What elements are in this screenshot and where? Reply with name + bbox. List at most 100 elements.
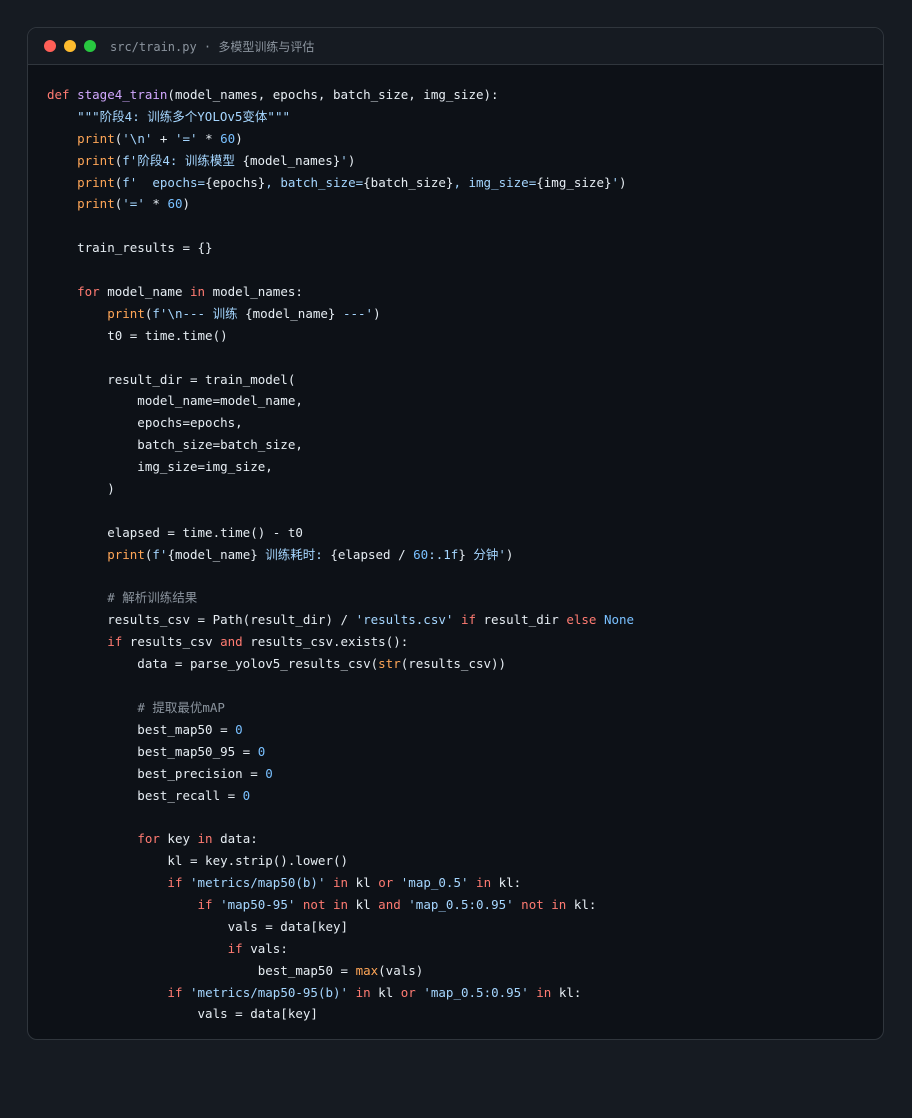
code-token: {img_size} bbox=[536, 174, 612, 190]
code-token: f' bbox=[152, 546, 168, 562]
code-line: data = parse_yolov5_results_csv(str(resu… bbox=[47, 653, 867, 675]
code-token: elapsed = time.time() - t0 bbox=[47, 524, 303, 540]
code-line: ) bbox=[47, 478, 867, 500]
code-token: ) bbox=[373, 305, 381, 321]
code-line: train_results = {} bbox=[47, 237, 867, 259]
code-token: data: bbox=[212, 831, 258, 847]
code-line: t0 = time.time() bbox=[47, 325, 867, 347]
code-token: or bbox=[400, 984, 416, 1000]
code-token: in bbox=[190, 284, 206, 300]
code-token: in bbox=[197, 831, 213, 847]
title-bar: src/train.py · 多模型训练与评估 bbox=[28, 28, 883, 65]
code-token: img_size=img_size, bbox=[47, 459, 273, 475]
code-line: for model_name in model_names: bbox=[47, 281, 867, 303]
code-token: kl: bbox=[551, 984, 582, 1000]
code-token: str bbox=[378, 656, 401, 672]
code-token: 0 bbox=[257, 743, 266, 759]
code-token: best_map50 = bbox=[47, 721, 236, 737]
code-token: ) bbox=[505, 546, 514, 562]
code-line: kl = key.strip().lower() bbox=[47, 850, 867, 872]
code-line: print(f'{model_name} 训练耗时: {elapsed / 60… bbox=[47, 544, 867, 566]
code-token: if bbox=[107, 634, 123, 650]
code-token: print bbox=[77, 130, 115, 146]
code-line: model_name=model_name, bbox=[47, 390, 867, 412]
code-token: {model_names} bbox=[242, 152, 341, 168]
code-line: epochs=epochs, bbox=[47, 412, 867, 434]
code-token: for bbox=[77, 284, 100, 300]
code-token: 60 bbox=[220, 130, 236, 146]
code-token: result_dir bbox=[476, 612, 567, 628]
code-token: '=' bbox=[174, 130, 198, 146]
code-token: kl: bbox=[566, 896, 597, 912]
code-block[interactable]: def stage4_train(model_names, epochs, ba… bbox=[47, 84, 867, 1025]
code-token: else bbox=[566, 612, 597, 628]
code-token: None bbox=[603, 612, 635, 628]
code-window: src/train.py · 多模型训练与评估 def stage4_train… bbox=[27, 27, 884, 1040]
code-token: model_name bbox=[99, 284, 190, 300]
close-window-button[interactable] bbox=[44, 40, 56, 52]
code-token: 'map_0.5' bbox=[400, 875, 469, 891]
code-token: epochs=epochs, bbox=[47, 415, 243, 431]
code-token: in bbox=[333, 875, 349, 891]
code-line: # 提取最优mAP bbox=[47, 697, 867, 719]
maximize-window-button[interactable] bbox=[84, 40, 96, 52]
code-line: print(f'\n--- 训练 {model_name} ---') bbox=[47, 303, 867, 325]
code-token: and bbox=[220, 634, 243, 650]
minimize-window-button[interactable] bbox=[64, 40, 76, 52]
code-line: print('\n' + '=' * 60) bbox=[47, 128, 867, 150]
code-token: t0 = time.time() bbox=[47, 327, 228, 343]
code-line: best_map50 = max(vals) bbox=[47, 960, 867, 982]
code-token: , batch_size= bbox=[265, 174, 364, 190]
code-token: result_dir = train_model( bbox=[47, 371, 296, 387]
code-token: , img_size= bbox=[453, 174, 537, 190]
code-token: 'map_0.5:0.95' bbox=[408, 896, 514, 912]
code-token: """阶段4: 训练多个YOLOv5变体""" bbox=[77, 108, 290, 124]
code-token: kl bbox=[348, 875, 379, 891]
code-line: elapsed = time.time() - t0 bbox=[47, 522, 867, 544]
code-token: 60 bbox=[413, 546, 429, 562]
code-token: 分钟' bbox=[465, 546, 506, 562]
code-token: in bbox=[355, 984, 371, 1000]
code-token: } bbox=[458, 546, 466, 562]
code-token: 0 bbox=[265, 765, 273, 781]
code-token: {elapsed / bbox=[330, 546, 414, 562]
code-line: img_size=img_size, bbox=[47, 456, 867, 478]
code-token: '=' bbox=[122, 196, 145, 212]
code-token: max bbox=[355, 962, 379, 978]
code-token: f'\n--- 训练 bbox=[152, 305, 246, 321]
code-token: for bbox=[137, 831, 160, 847]
code-token: 'map50-95' bbox=[220, 896, 296, 912]
code-line: if 'map50-95' not in kl and 'map_0.5:0.9… bbox=[47, 894, 867, 916]
code-token: ) bbox=[47, 481, 115, 497]
code-token: best_recall = bbox=[47, 787, 243, 803]
code-line: print(f' epochs={epochs}, batch_size={ba… bbox=[47, 172, 867, 194]
code-token: data = parse_yolov5_results_csv( bbox=[47, 656, 379, 672]
code-line: result_dir = train_model( bbox=[47, 369, 867, 391]
code-token: in bbox=[536, 984, 552, 1000]
code-line: best_precision = 0 bbox=[47, 763, 867, 785]
code-token: print bbox=[77, 174, 115, 190]
code-token: * bbox=[197, 130, 221, 146]
code-token: not in bbox=[302, 896, 349, 912]
code-token: results_csv = Path(result_dir) / bbox=[47, 612, 356, 628]
code-token: def bbox=[47, 87, 70, 102]
code-line: if 'metrics/map50(b)' in kl or 'map_0.5'… bbox=[47, 872, 867, 894]
